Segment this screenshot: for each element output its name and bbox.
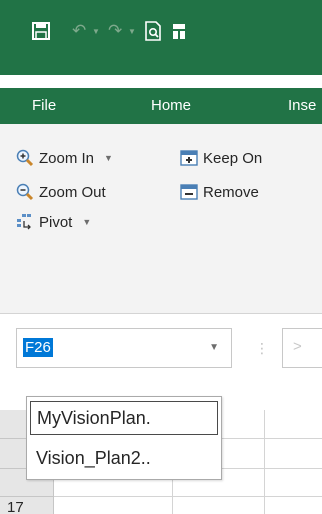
ribbon-tabs: File Home Inse xyxy=(0,88,322,124)
chevron-down-icon[interactable]: ▼ xyxy=(209,342,219,353)
remove-button[interactable]: Remove xyxy=(180,180,259,204)
zoom-out-icon xyxy=(16,183,34,201)
column-divider xyxy=(264,410,265,514)
pivot-label: Pivot xyxy=(39,213,73,231)
customize-icon[interactable] xyxy=(172,22,186,40)
keep-only-label: Keep On xyxy=(203,149,263,167)
keep-only-button[interactable]: Keep On xyxy=(180,146,262,170)
keep-rows-icon xyxy=(180,150,198,166)
formula-buttons: > xyxy=(282,328,322,368)
row-divider xyxy=(54,496,322,497)
row-header-17[interactable]: 17 xyxy=(7,499,24,514)
zoom-in-button[interactable]: Zoom In ▼ xyxy=(16,146,113,170)
zoom-out-label: Zoom Out xyxy=(39,183,106,201)
save-icon[interactable] xyxy=(32,22,50,40)
redo-dropdown-icon[interactable]: ▼ xyxy=(128,27,136,36)
print-preview-icon[interactable] xyxy=(144,21,162,41)
dropdown-item[interactable]: Vision_Plan2.. xyxy=(30,441,151,475)
ribbon: Zoom In ▼ Zoom Out Pivot ▼ Keep On Remov… xyxy=(0,124,322,314)
title-bar: ↶ ▼ ↷ ▼ xyxy=(0,0,322,75)
remove-label: Remove xyxy=(203,183,259,201)
undo-icon[interactable]: ↶ xyxy=(72,22,86,40)
name-box-input[interactable]: F26 xyxy=(23,338,53,357)
zoom-in-icon xyxy=(16,149,34,167)
zoom-in-label: Zoom In xyxy=(39,149,95,167)
name-box[interactable]: F26 ▼ xyxy=(16,328,232,368)
tab-file[interactable]: File xyxy=(32,97,56,114)
chevron-down-icon[interactable]: ▼ xyxy=(82,217,91,227)
formula-bar-grip[interactable]: ⋮ xyxy=(255,340,269,357)
undo-dropdown-icon[interactable]: ▼ xyxy=(92,27,100,36)
remove-rows-icon xyxy=(180,184,198,200)
tab-home[interactable]: Home xyxy=(151,97,191,114)
cancel-icon[interactable]: > xyxy=(293,338,302,355)
tab-insert[interactable]: Inse xyxy=(288,97,316,114)
pivot-button[interactable]: Pivot ▼ xyxy=(16,210,91,234)
redo-icon[interactable]: ↷ xyxy=(108,22,122,40)
dropdown-item[interactable]: MyVisionPlan. xyxy=(30,401,218,435)
zoom-out-button[interactable]: Zoom Out xyxy=(16,180,106,204)
name-box-dropdown: MyVisionPlan. Vision_Plan2.. xyxy=(26,396,222,480)
pivot-icon xyxy=(17,214,31,230)
chevron-down-icon[interactable]: ▼ xyxy=(104,153,113,163)
row-header-divider xyxy=(0,496,54,497)
